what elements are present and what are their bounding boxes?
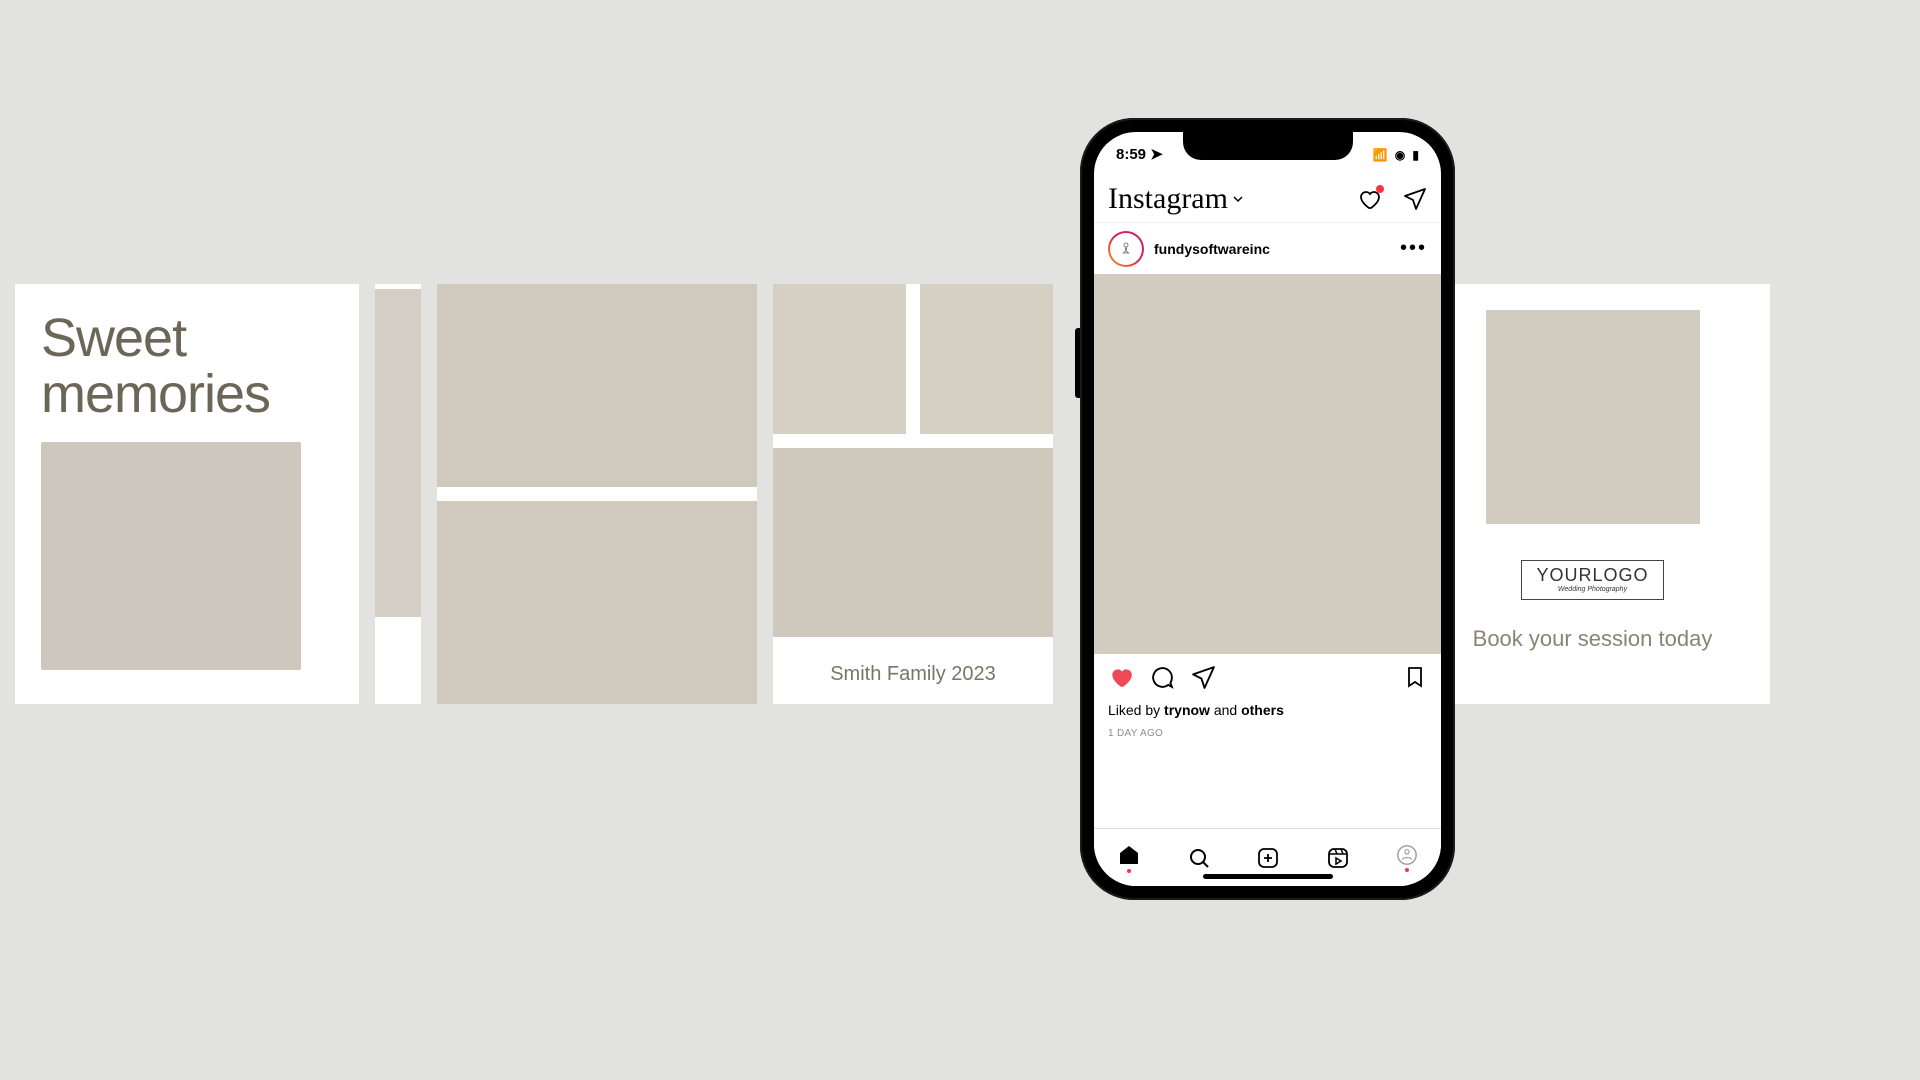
logo-box: YOURLOGO Wedding Photography [1521,560,1663,600]
post-header: fundysoftwareinc ••• [1094,222,1441,274]
cta-text: Book your session today [1473,626,1713,652]
avatar-image [1110,233,1142,265]
panel-book-session: YOURLOGO Wedding Photography Book your s… [1415,284,1770,704]
tab-create[interactable] [1256,846,1280,870]
panel-caption: Smith Family 2023 [773,651,1053,704]
carousel-strip: Sweet memories Smith Family 2023 YOURLOG… [15,284,1797,704]
instagram-logo[interactable]: Instagram [1108,182,1244,216]
status-time: 8:59 ➤ [1116,145,1163,163]
photo-placeholder [437,501,757,704]
photo-placeholder [773,448,1053,637]
photo-placeholder [1486,310,1700,524]
logo-subtext: Wedding Photography [1536,586,1648,593]
title-line-1: Sweet [41,308,186,368]
app-name: Instagram [1108,182,1228,216]
tab-reels[interactable] [1326,846,1350,870]
battery-icon: ▮ [1412,148,1419,162]
post-age: 1 DAY AGO [1094,718,1441,739]
chevron-down-icon [1232,193,1244,205]
likes-text[interactable]: Liked by trynow and others [1094,700,1441,718]
photo-placeholder [773,284,906,434]
wifi-icon: ◉ [1395,148,1405,162]
phone-notch [1183,132,1353,160]
likes-prefix: Liked by [1108,702,1160,718]
tab-profile[interactable] [1396,844,1418,872]
likes-mid: and [1214,702,1237,718]
panel-smith-family: Smith Family 2023 [773,284,1053,704]
home-indicator [1203,874,1333,879]
avatar[interactable] [1108,231,1144,267]
panel-two-stack [437,284,757,704]
status-right: 📶 ◉ ▮ [1370,146,1419,163]
like-icon[interactable] [1108,664,1134,690]
tab-home[interactable] [1117,843,1141,873]
post-actions [1094,654,1441,700]
bookmark-icon[interactable] [1403,665,1427,689]
phone-mockup: 8:59 ➤ 📶 ◉ ▮ Instagram [1080,118,1455,900]
phone-screen: 8:59 ➤ 📶 ◉ ▮ Instagram [1094,132,1441,886]
post-username[interactable]: fundysoftwareinc [1154,241,1270,257]
signal-icon: 📶 [1373,148,1388,162]
panel-sweet-memories: Sweet memories [15,284,359,704]
location-arrow-icon: ➤ [1150,146,1163,163]
panel-sliver [375,284,421,704]
logo-text: YOURLOGO [1536,565,1648,585]
activity-icon[interactable] [1357,187,1381,211]
more-icon[interactable]: ••• [1400,237,1427,260]
post-image[interactable] [1094,274,1441,654]
comment-icon[interactable] [1150,665,1175,690]
share-icon[interactable] [1191,665,1216,690]
time-text: 8:59 [1116,146,1146,163]
tab-search[interactable] [1187,846,1211,870]
photo-placeholder [437,284,757,487]
messenger-icon[interactable] [1403,187,1427,211]
likes-user: trynow [1164,702,1210,718]
likes-suffix: others [1241,702,1284,718]
panel-title: Sweet memories [41,310,333,422]
title-line-2: memories [41,364,270,424]
instagram-header: Instagram [1094,176,1441,222]
photo-placeholder [920,284,1053,434]
photo-placeholder [41,442,301,670]
